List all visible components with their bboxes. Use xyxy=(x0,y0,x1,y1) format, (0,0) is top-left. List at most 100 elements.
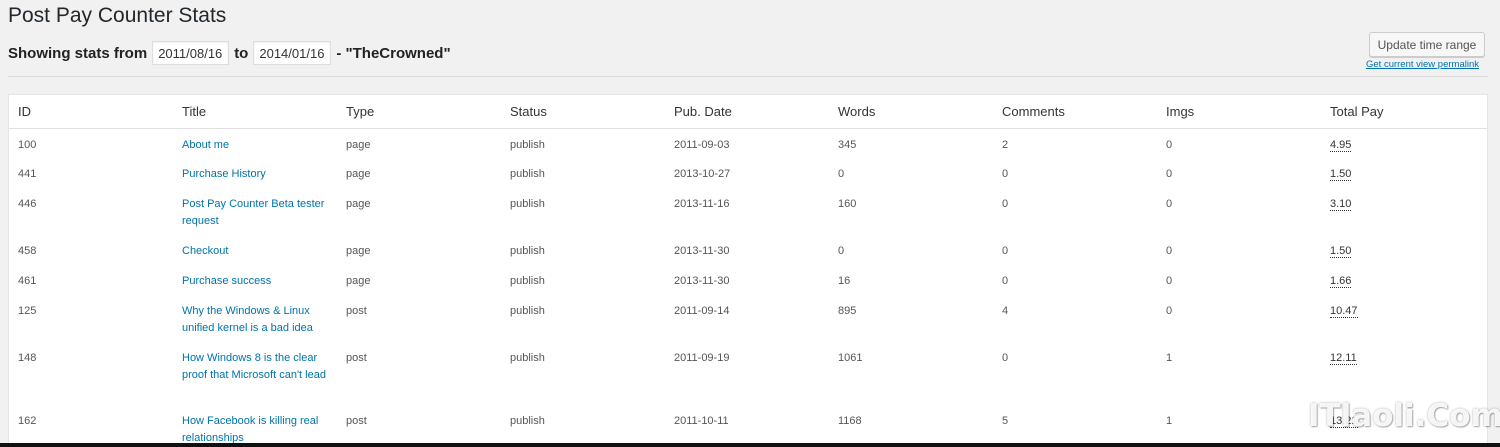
column-header-id[interactable]: ID xyxy=(9,95,173,129)
post-title-link[interactable]: About me xyxy=(182,139,229,151)
cell-comments: 0 xyxy=(1002,245,1009,257)
cell-comments: 0 xyxy=(1002,275,1009,287)
cell-date: 2011-09-19 xyxy=(674,352,730,364)
cell-comments: 0 xyxy=(1002,198,1009,210)
column-header-type[interactable]: Type xyxy=(337,95,501,129)
table-row: 461 Purchase success page publish 2013-1… xyxy=(9,265,1487,295)
page-title: Post Pay Counter Stats xyxy=(8,4,227,27)
cell-comments: 2 xyxy=(1002,138,1009,151)
post-title-link[interactable]: How Windows 8 is the clear proof that Mi… xyxy=(182,352,326,381)
cell-id: 461 xyxy=(18,275,37,287)
post-title-link[interactable]: How Facebook is killing real relationshi… xyxy=(182,415,318,444)
bottom-border xyxy=(0,443,1500,447)
post-title-link[interactable]: Checkout xyxy=(182,245,228,257)
cell-status: publish xyxy=(510,168,545,180)
cell-type: post xyxy=(346,415,367,427)
cell-date: 2013-11-30 xyxy=(674,245,730,257)
cell-imgs: 1 xyxy=(1166,352,1173,364)
total-pay-value[interactable]: 12.11 xyxy=(1330,352,1357,365)
table-row: 458 Checkout page publish 2013-11-30 0 0… xyxy=(9,235,1487,265)
cell-date: 2011-09-14 xyxy=(674,305,730,317)
to-label: to xyxy=(234,44,249,62)
post-title-link[interactable]: Purchase History xyxy=(182,168,266,180)
cell-imgs: 1 xyxy=(1166,415,1173,427)
cell-words: 0 xyxy=(838,245,845,257)
cell-date: 2013-11-30 xyxy=(674,275,730,287)
table-row: 100 About me page publish 2011-09-03 345… xyxy=(9,128,1487,158)
cell-status: publish xyxy=(510,198,545,210)
cell-status: publish xyxy=(510,245,545,257)
cell-imgs: 0 xyxy=(1166,138,1173,151)
cell-comments: 0 xyxy=(1002,168,1009,180)
cell-imgs: 0 xyxy=(1166,198,1173,210)
column-header-title[interactable]: Title xyxy=(173,95,337,129)
total-pay-value[interactable]: 1.50 xyxy=(1330,245,1352,258)
to-date-input[interactable] xyxy=(253,41,332,65)
cell-words: 895 xyxy=(838,305,857,317)
cell-status: publish xyxy=(510,275,545,287)
table-row: 446 Post Pay Counter Beta tester request… xyxy=(9,188,1487,235)
column-header-status[interactable]: Status xyxy=(501,95,665,129)
column-header-total-pay[interactable]: Total Pay xyxy=(1321,95,1487,129)
cell-date: 2011-10-11 xyxy=(674,415,729,427)
column-header-comments[interactable]: Comments xyxy=(993,95,1157,129)
cell-date: 2011-09-03 xyxy=(674,138,730,151)
cell-imgs: 0 xyxy=(1166,275,1173,287)
cell-imgs: 0 xyxy=(1166,245,1173,257)
cell-type: post xyxy=(346,352,367,364)
watermark: ITlaoli.Com xyxy=(1308,398,1500,434)
total-pay-value[interactable]: 1.50 xyxy=(1330,168,1352,181)
cell-id: 458 xyxy=(18,245,37,257)
table-row: 162 How Facebook is killing real relatio… xyxy=(9,405,1487,447)
cell-comments: 0 xyxy=(1002,352,1009,364)
table-row: 441 Purchase History page publish 2013-1… xyxy=(9,158,1487,188)
cell-words: 160 xyxy=(838,198,857,210)
cell-id: 446 xyxy=(18,198,37,210)
cell-status: publish xyxy=(510,352,545,364)
cell-type: page xyxy=(346,275,371,287)
total-pay-value[interactable]: 4.95 xyxy=(1330,138,1352,152)
time-range-bar: Showing stats from to - "TheCrowned" xyxy=(8,41,451,65)
cell-words: 1168 xyxy=(838,415,862,427)
column-header-pub-date[interactable]: Pub. Date xyxy=(665,95,829,129)
cell-id: 441 xyxy=(18,168,37,180)
cell-comments: 4 xyxy=(1002,305,1009,317)
permalink-link[interactable]: Get current view permalink xyxy=(1366,59,1479,70)
stats-table: ID Title Type Status Pub. Date Words Com… xyxy=(8,94,1488,447)
total-pay-value[interactable]: 10.47 xyxy=(1330,305,1358,318)
post-title-link[interactable]: Why the Windows & Linux unified kernel i… xyxy=(182,305,313,334)
column-header-words[interactable]: Words xyxy=(829,95,993,129)
cell-status: publish xyxy=(510,415,545,427)
total-pay-value[interactable]: 3.10 xyxy=(1330,198,1352,211)
post-title-link[interactable]: Post Pay Counter Beta tester request xyxy=(182,198,324,227)
table-header-row: ID Title Type Status Pub. Date Words Com… xyxy=(9,95,1487,129)
cell-words: 1061 xyxy=(838,352,863,364)
author-label: - "TheCrowned" xyxy=(336,44,451,62)
table-row: 148 How Windows 8 is the clear proof tha… xyxy=(9,342,1487,405)
cell-words: 16 xyxy=(838,275,851,287)
cell-imgs: 0 xyxy=(1166,305,1173,317)
cell-id: 148 xyxy=(18,352,37,364)
showing-stats-label: Showing stats from xyxy=(8,44,148,62)
cell-status: publish xyxy=(510,138,545,151)
cell-imgs: 0 xyxy=(1166,168,1173,180)
post-title-link[interactable]: Purchase success xyxy=(182,275,271,287)
from-date-input[interactable] xyxy=(152,41,230,65)
cell-id: 162 xyxy=(18,415,37,427)
cell-type: page xyxy=(346,138,371,151)
cell-words: 345 xyxy=(838,138,857,151)
column-header-imgs[interactable]: Imgs xyxy=(1157,95,1321,129)
cell-type: page xyxy=(346,245,371,257)
cell-id: 100 xyxy=(18,138,37,151)
divider xyxy=(8,76,1488,77)
update-time-range-button[interactable]: Update time range xyxy=(1369,32,1485,57)
cell-date: 2013-11-16 xyxy=(674,198,730,210)
cell-status: publish xyxy=(510,305,545,317)
cell-comments: 5 xyxy=(1002,415,1009,427)
cell-id: 125 xyxy=(18,305,37,317)
total-pay-value[interactable]: 1.66 xyxy=(1330,275,1352,288)
cell-words: 0 xyxy=(838,168,845,180)
cell-date: 2013-10-27 xyxy=(674,168,731,180)
table-row: 125 Why the Windows & Linux unified kern… xyxy=(9,295,1487,342)
app-window: Post Pay Counter Stats Showing stats fro… xyxy=(0,0,1500,447)
